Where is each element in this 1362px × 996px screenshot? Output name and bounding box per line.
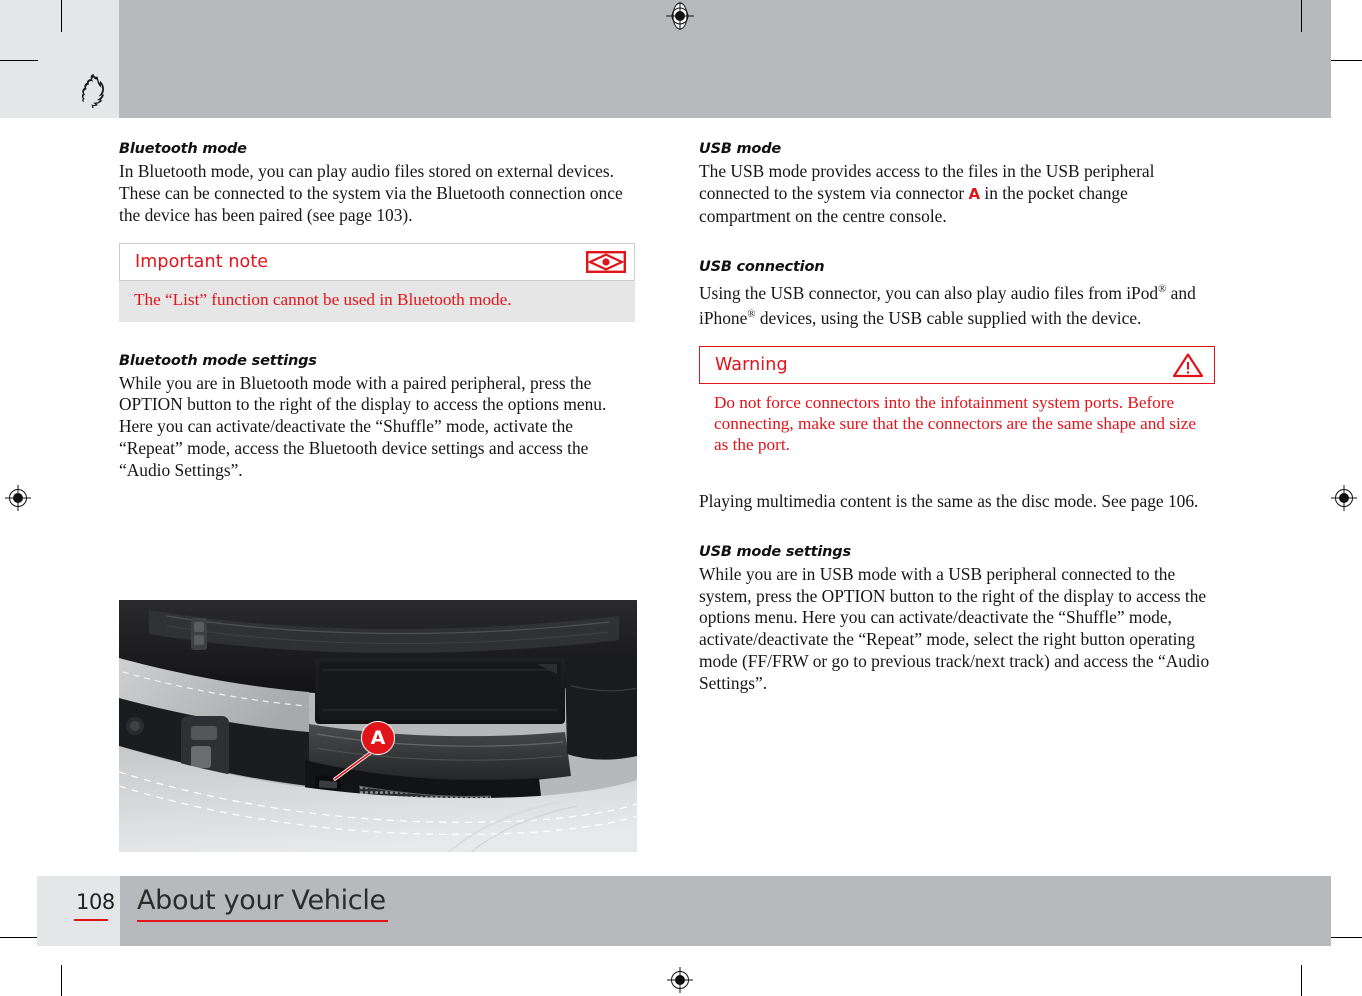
callout-label-a: A [361,721,395,755]
heading-bluetooth-mode: Bluetooth mode [119,141,247,157]
important-note-box: Important note The “List” function canno… [119,242,635,322]
crop-mark-right-lower [1331,937,1362,938]
footer-chapter-title: About your Vehicle [137,885,386,916]
registered-mark-iphone: ® [747,308,756,321]
important-note-body: The “List” function cannot be used in Bl… [119,280,635,322]
crop-mark-top-right [1301,0,1302,32]
page-number: 108 [76,890,115,914]
paragraph-multimedia-playback: Playing multimedia content is the same a… [699,490,1199,511]
registration-mark-top [666,2,694,30]
ferrari-prancing-horse-logo [78,74,106,108]
important-note-header: Important note [119,242,635,281]
usb-connection-text-part3: devices, using the USB cable supplied wi… [755,308,1142,329]
footer-chapter-title-rule [137,920,388,922]
warning-triangle-icon [1172,352,1204,378]
paragraph-bluetooth-mode: In Bluetooth mode, you can play audio fi… [119,161,623,225]
important-note-title: Important note [135,251,269,272]
crop-mark-left-lower [0,937,38,938]
right-column: USB mode The USB mode provides access to… [699,140,1219,695]
warning-title: Warning [715,354,788,375]
paragraph-usb-mode: The USB mode provides access to the file… [699,161,1219,227]
crop-mark-bottom-right [1301,965,1302,996]
paragraph-bluetooth-mode-settings: While you are in Bluetooth mode with a p… [119,372,607,480]
crop-mark-right-upper [1331,60,1362,61]
usb-connection-text-part1: Using the USB connector, you can also pl… [699,282,1159,303]
heading-usb-mode: USB mode [699,141,782,157]
paragraph-usb-connection: Using the USB connector, you can also pl… [699,279,1219,330]
eye-in-diamond-icon [586,250,626,273]
warning-header: Warning [699,345,1215,384]
page-number-rule [74,919,108,921]
crop-mark-top-left [61,0,62,32]
heading-bluetooth-mode-settings: Bluetooth mode settings [119,352,317,369]
paragraph-usb-mode-settings: While you are in USB mode with a USB per… [699,563,1210,693]
manual-page: Bluetooth mode In Bluetooth mode, you ca… [0,0,1362,996]
crop-mark-bottom-left [61,965,62,996]
warning-box: Warning Do not force connectors into the… [699,345,1215,461]
heading-usb-connection: USB connection [699,258,825,275]
left-column: Bluetooth mode In Bluetooth mode, you ca… [119,140,639,482]
heading-usb-mode-settings: USB mode settings [699,543,851,560]
header-band [119,0,1331,118]
warning-body: Do not force connectors into the infotai… [699,383,1215,461]
crop-mark-left-upper [0,60,38,61]
registration-mark-bottom [666,966,694,994]
connector-a-reference: A [968,184,981,203]
